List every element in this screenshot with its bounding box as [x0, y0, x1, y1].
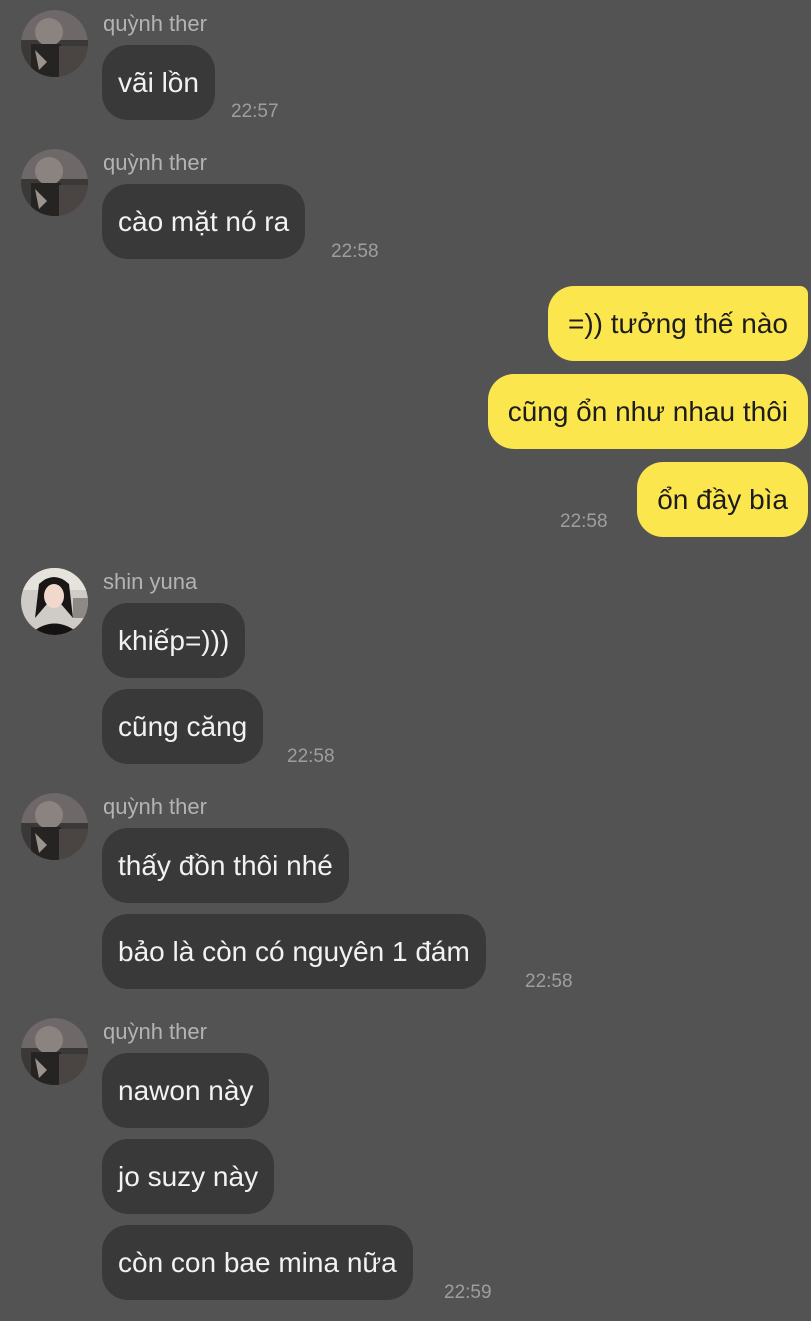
- message-timestamp: 22:58: [560, 511, 608, 532]
- message-timestamp: 22:58: [331, 241, 379, 262]
- message-bubble[interactable]: jo suzy này: [102, 1139, 275, 1214]
- sender-name: shin yuna: [103, 569, 198, 594]
- message-bubble[interactable]: nawon này: [102, 1053, 270, 1128]
- message-bubble[interactable]: cào mặt nó ra: [102, 184, 306, 259]
- chat-view[interactable]: quỳnh ther vãi lồn 22:57 quỳnh ther cào …: [0, 0, 811, 1321]
- user-avatar[interactable]: [21, 10, 88, 77]
- sender-name: quỳnh ther: [103, 794, 207, 819]
- outgoing-message-bubble[interactable]: cũng ổn như nhau thôi: [487, 374, 808, 449]
- message-timestamp: 22:59: [444, 1282, 492, 1303]
- sender-name: quỳnh ther: [103, 150, 207, 175]
- avatar-photo-quynh-ther: [21, 149, 88, 216]
- message-bubble[interactable]: bảo là còn có nguyên 1 đám: [102, 914, 486, 989]
- outgoing-message-bubble[interactable]: =)) tưởng thế nào: [547, 286, 808, 361]
- message-bubble[interactable]: còn con bae mina nữa: [102, 1225, 413, 1300]
- avatar-photo-quynh-ther: [21, 10, 88, 77]
- sender-name: quỳnh ther: [103, 11, 207, 36]
- message-bubble[interactable]: khiếp=))): [102, 603, 246, 678]
- message-timestamp: 22:57: [231, 101, 279, 122]
- outgoing-message-bubble[interactable]: ổn đầy bìa: [637, 462, 808, 537]
- user-avatar[interactable]: [21, 1018, 88, 1085]
- message-bubble[interactable]: vãi lồn: [102, 45, 215, 120]
- user-avatar[interactable]: [21, 149, 88, 216]
- user-avatar[interactable]: [21, 793, 88, 860]
- message-timestamp: 22:58: [287, 746, 335, 767]
- sender-name: quỳnh ther: [103, 1019, 207, 1044]
- avatar-photo-shin-yuna: [21, 568, 88, 635]
- avatar-photo-quynh-ther: [21, 793, 88, 860]
- message-bubble[interactable]: thấy đồn thôi nhé: [102, 828, 349, 903]
- user-avatar[interactable]: [21, 568, 88, 635]
- message-bubble[interactable]: cũng căng: [102, 689, 264, 764]
- message-timestamp: 22:58: [525, 971, 573, 992]
- avatar-photo-quynh-ther: [21, 1018, 88, 1085]
